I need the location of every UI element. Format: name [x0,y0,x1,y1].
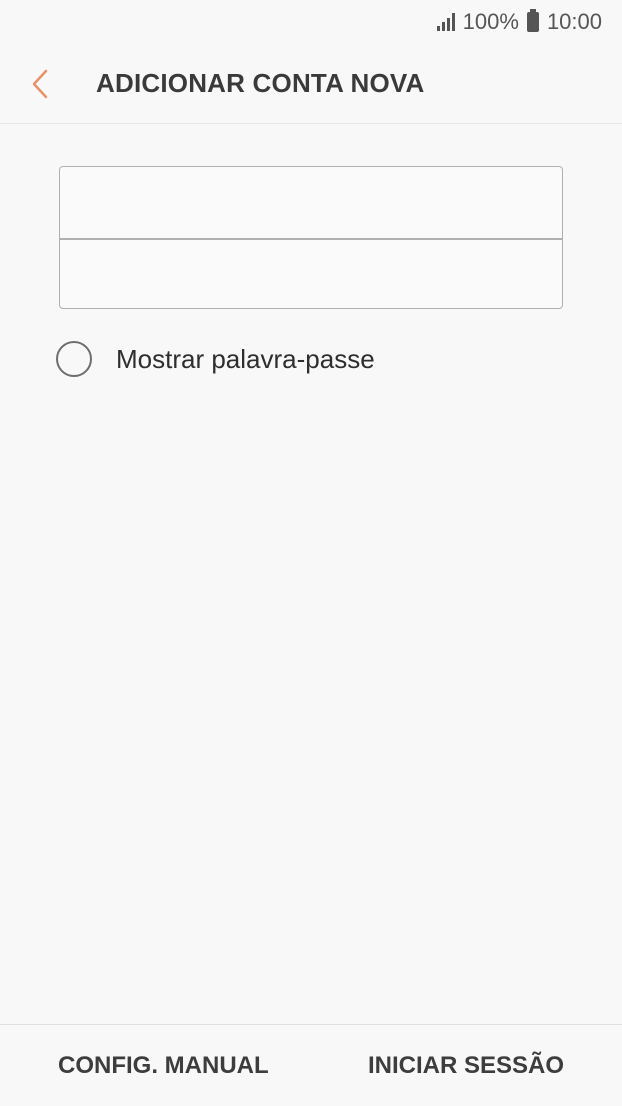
show-password-option[interactable]: Mostrar palavra-passe [56,338,375,380]
back-button[interactable] [30,44,88,124]
status-bar: 100% 10:00 [0,0,622,44]
sign-in-button[interactable]: INICIAR SESSÃO [368,1052,564,1080]
page-title: ADICIONAR CONTA NOVA [96,68,425,98]
chevron-left-icon [32,69,48,98]
bottom-bar: CONFIG. MANUAL INICIAR SESSÃO [0,1024,622,1106]
app-bar: ADICIONAR CONTA NOVA [0,44,622,124]
credentials-box [59,166,563,311]
show-password-label: Mostrar palavra-passe [116,343,375,374]
signal-bars-icon [436,13,455,31]
email-field[interactable] [60,167,562,238]
clock: 10:00 [546,9,602,34]
battery-icon [526,9,539,32]
battery-level: 100% [462,9,519,34]
show-password-radio[interactable] [56,341,92,377]
password-field[interactable] [60,239,562,311]
screen: 100% 10:00 ADICIONAR CONTA NOVA Mostrar … [0,0,622,1106]
manual-setup-button[interactable]: CONFIG. MANUAL [58,1052,269,1080]
